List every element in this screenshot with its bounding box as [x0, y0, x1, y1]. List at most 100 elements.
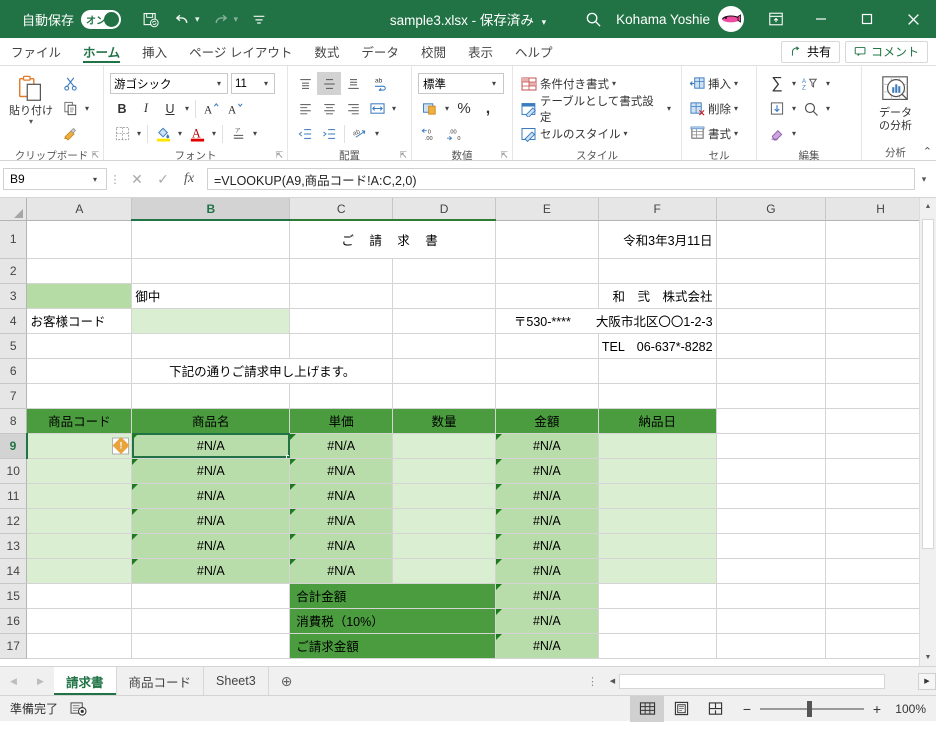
cell-b8-product-name-header[interactable]: 商品名	[131, 408, 291, 434]
column-header-a[interactable]: A	[26, 198, 133, 221]
tab-help[interactable]: ヘルプ	[504, 38, 564, 65]
sheet-bar-resize-handle[interactable]: ⋮	[579, 675, 606, 688]
name-box-caret-icon[interactable]: ▾	[90, 175, 100, 184]
cut-icon[interactable]	[58, 72, 82, 95]
column-header-b[interactable]: B	[131, 198, 291, 221]
cell-d9-quantity[interactable]	[392, 433, 496, 459]
sheet-nav-arrows[interactable]: ◀ ▶	[0, 667, 54, 695]
cell-a8-product-code-header[interactable]: 商品コード	[26, 408, 133, 434]
cell-f12-delivery-date[interactable]	[598, 508, 717, 534]
column-header-f[interactable]: F	[598, 198, 717, 221]
cell-g2[interactable]	[716, 258, 827, 284]
cell-e12-amount[interactable]: #N/A	[495, 508, 599, 534]
cell-b17[interactable]	[131, 633, 291, 659]
cell-c12-unit-price[interactable]: #N/A	[289, 508, 394, 534]
cell-f16[interactable]	[598, 608, 717, 634]
orientation-caret-icon[interactable]: ▾	[372, 129, 382, 138]
merge-center-icon[interactable]	[365, 97, 389, 120]
row-header-17[interactable]: 17	[0, 633, 28, 659]
error-warning-icon[interactable]: !	[112, 437, 130, 454]
cell-a1[interactable]	[26, 220, 133, 259]
cell-g12[interactable]	[716, 508, 827, 534]
cell-a16[interactable]	[26, 608, 133, 634]
tab-page-layout[interactable]: ページ レイアウト	[178, 38, 303, 65]
row-header-5[interactable]: 5	[0, 333, 28, 359]
select-all-corner[interactable]	[0, 198, 28, 221]
increase-font-size-icon[interactable]: A	[199, 97, 223, 120]
cell-g11[interactable]	[716, 483, 827, 509]
cell-c8-unit-price-header[interactable]: 単価	[289, 408, 394, 434]
cell-d3[interactable]	[392, 283, 496, 309]
cell-g4[interactable]	[716, 308, 827, 334]
cell-e6[interactable]	[495, 358, 599, 384]
paste-button[interactable]: 貼り付け ▾	[4, 71, 58, 126]
format-as-table-button[interactable]: テーブルとして書式設定 ▾	[518, 96, 677, 124]
page-layout-icon[interactable]	[664, 696, 698, 722]
sort-filter-caret-icon[interactable]: ▾	[823, 79, 833, 88]
document-title-text[interactable]: sample3.xlsx - 保存済み	[390, 13, 534, 28]
cell-a6[interactable]	[26, 358, 133, 384]
cell-e13-amount[interactable]: #N/A	[495, 533, 599, 559]
underline-caret-icon[interactable]: ▾	[182, 104, 192, 113]
close-icon[interactable]	[890, 0, 936, 38]
bold-button[interactable]: B	[110, 97, 134, 120]
borders-icon[interactable]	[110, 122, 134, 145]
cell-a5[interactable]	[26, 333, 133, 359]
cell-b12-product-name[interactable]: #N/A	[131, 508, 291, 534]
clipboard-dialog-launcher-icon[interactable]: ⇱	[91, 150, 99, 161]
cell-styles-button[interactable]: セルのスタイル ▾	[518, 121, 634, 146]
font-name-combo[interactable]: 游ゴシック ▾	[110, 73, 228, 94]
cell-a10-product-code[interactable]	[26, 458, 133, 484]
cell-a11-product-code[interactable]	[26, 483, 133, 509]
align-bottom-icon[interactable]	[341, 72, 365, 95]
orientation-icon[interactable]: ab	[348, 122, 372, 145]
cell-f9-delivery-date[interactable]	[598, 433, 717, 459]
zoom-level-label[interactable]: 100%	[892, 702, 936, 716]
accessibility-icon[interactable]	[70, 701, 87, 716]
cell-g13[interactable]	[716, 533, 827, 559]
scroll-down-icon[interactable]: ▼	[920, 649, 936, 666]
row-header-1[interactable]: 1	[0, 220, 28, 259]
cell-e11-amount[interactable]: #N/A	[495, 483, 599, 509]
decrease-indent-icon[interactable]	[293, 122, 317, 145]
row-header-10[interactable]: 10	[0, 458, 28, 484]
cell-c2[interactable]	[289, 258, 394, 284]
align-center-icon[interactable]	[317, 97, 341, 120]
sheet-tab-sheet3[interactable]: Sheet3	[204, 667, 269, 695]
cell-ef4-address[interactable]: 〒530-**** 大阪市北区〇〇1-2-3	[495, 308, 717, 334]
font-size-caret-icon[interactable]: ▾	[261, 79, 271, 88]
row-header-7[interactable]: 7	[0, 383, 28, 409]
cell-e10-amount[interactable]: #N/A	[495, 458, 599, 484]
zoom-control[interactable]: − +	[732, 700, 892, 717]
page-break-preview-icon[interactable]	[698, 696, 732, 722]
cell-g1[interactable]	[716, 220, 827, 259]
cell-g7[interactable]	[716, 383, 827, 409]
sheet-tab-invoice[interactable]: 請求書	[54, 667, 117, 695]
number-dialog-launcher-icon[interactable]: ⇱	[500, 150, 508, 161]
row-header-12[interactable]: 12	[0, 508, 28, 534]
cell-f2[interactable]	[598, 258, 717, 284]
cell-a15[interactable]	[26, 583, 133, 609]
cell-e15-total-amount[interactable]: #N/A	[495, 583, 599, 609]
cell-f10-delivery-date[interactable]	[598, 458, 717, 484]
cell-c10-unit-price[interactable]: #N/A	[289, 458, 394, 484]
tab-review[interactable]: 校閲	[410, 38, 457, 65]
font-color-icon[interactable]: A	[185, 122, 209, 145]
cell-e5[interactable]	[495, 333, 599, 359]
cell-d11-quantity[interactable]	[392, 483, 496, 509]
horizontal-scroll-thumb[interactable]	[619, 673, 885, 689]
percent-format-button[interactable]: %	[452, 97, 476, 120]
vertical-scroll-track[interactable]	[920, 215, 936, 649]
cell-f3-company[interactable]: 和 弐 株式会社	[598, 283, 717, 309]
tab-data[interactable]: データ	[350, 38, 410, 65]
cell-styles-caret-icon[interactable]: ▾	[621, 129, 631, 138]
cell-g8[interactable]	[716, 408, 827, 434]
conditional-formatting-caret-icon[interactable]: ▾	[609, 79, 619, 88]
cell-b15[interactable]	[131, 583, 291, 609]
cell-e7[interactable]	[495, 383, 599, 409]
tab-formulas[interactable]: 数式	[303, 38, 350, 65]
autosave-toggle[interactable]: オン	[81, 9, 122, 29]
cell-f6[interactable]	[598, 358, 717, 384]
cell-cd17-billed-label[interactable]: ご請求金額	[289, 633, 496, 659]
row-header-13[interactable]: 13	[0, 533, 28, 559]
